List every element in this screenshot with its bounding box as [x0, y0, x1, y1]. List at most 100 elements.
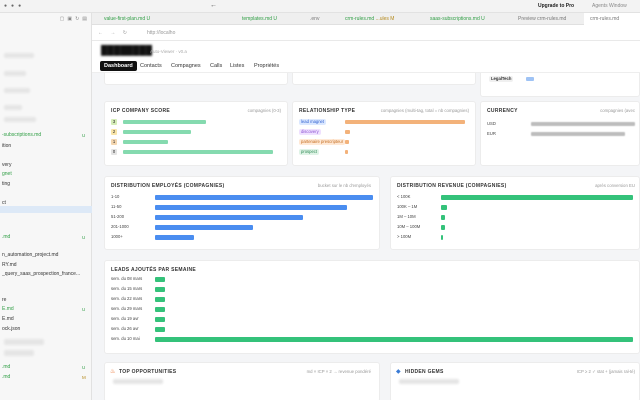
leads-bar: [155, 306, 165, 312]
leads-bar: [155, 316, 165, 322]
sidebar-file[interactable]: ock.json: [2, 326, 82, 333]
revenue-bar: [441, 224, 445, 230]
tab-label: Preview crm-rules.md: [518, 16, 567, 22]
app-header: ████████ Auto-Viewer · v0.a: [92, 41, 640, 59]
tab-label: templates.md: [242, 16, 273, 22]
sidebar-file[interactable]: E.md: [2, 306, 82, 313]
new-folder-icon[interactable]: ▣: [67, 16, 72, 22]
blurred-tree-item: [4, 53, 34, 58]
tab-label: crm-rules.md: [345, 16, 375, 22]
employees-hint: bucket sur le nb d'employés: [317, 183, 371, 188]
relationship-chip: discovery: [299, 129, 321, 135]
revenue-bar: [441, 234, 443, 240]
blurred-tree-item: [4, 88, 30, 93]
sidebar-file[interactable]: RY.md: [2, 262, 82, 269]
nav-proprietes[interactable]: Propriétés: [250, 61, 283, 71]
revenue-label: 10M – 100M: [397, 224, 421, 229]
sidebar-file[interactable]: ting: [2, 181, 82, 188]
tab-badge: U: [273, 16, 278, 22]
tab-templates[interactable]: templates.md U: [236, 13, 277, 25]
icp-score-label: 2: [111, 129, 117, 135]
blurred-tree-item: [4, 71, 26, 76]
top-opportunities-card: TOP OPPORTUNITIES ♨ md × ICP × 2 → reven…: [104, 362, 380, 400]
blurred-content: [113, 379, 163, 384]
url-input[interactable]: http://localho: [147, 30, 175, 36]
sidebar-file[interactable]: ition: [2, 143, 82, 150]
relationship-bar: [345, 150, 348, 154]
sidebar-file[interactable]: E.md: [2, 316, 82, 323]
tab-crm-rules[interactable]: crm-rules.md ...ules M: [339, 13, 394, 25]
window-controls: ● ● ●: [4, 3, 21, 9]
currency-label: USD: [487, 121, 496, 126]
app-subtitle: Auto-Viewer · v0.a: [150, 49, 187, 54]
nav-compagnes[interactable]: Compagnes: [167, 61, 205, 71]
nav-listes[interactable]: Listes: [226, 61, 248, 71]
blurred-tree-item: [4, 117, 36, 122]
tab-saas-subscriptions[interactable]: saas-subscriptions.md U: [424, 13, 485, 25]
leads-label: sem. du 08 mars: [111, 276, 143, 281]
upgrade-button[interactable]: Upgrade to Pro: [538, 3, 574, 9]
currency-title: CURRENCY: [487, 108, 518, 114]
hidden-gems-hint: ICP ≥ 2 ✓ stat + (jamais ral-té): [576, 369, 635, 374]
employees-label: 1-10: [111, 194, 120, 199]
revenue-label: < 100K: [397, 194, 411, 199]
git-status-badge: M: [82, 375, 86, 380]
new-file-icon[interactable]: ▢: [60, 16, 65, 22]
employees-label: 11-50: [111, 204, 122, 209]
revenue-distribution-card: DISTRIBUTION REVENUE (COMPAGNIES) après …: [390, 176, 640, 250]
tab-preview-crm-rules[interactable]: Preview crm-rules.md: [512, 13, 566, 25]
tab-env[interactable]: .env: [304, 13, 319, 25]
relationship-card: RELATIONSHIP TYPE compagnies (multi-tag,…: [292, 101, 476, 166]
hidden-gems-title: HIDDEN GEMS: [405, 369, 444, 375]
nav-contacts[interactable]: Contacts: [136, 61, 166, 71]
git-status-badge: U: [82, 365, 86, 370]
card-partial-3: LegalTech: [480, 73, 640, 97]
tab-label: value-first-plan.md: [104, 16, 146, 22]
card-partial-1: [104, 73, 288, 85]
nav-calls[interactable]: Calls: [206, 61, 226, 71]
traffic-close-icon[interactable]: ●: [4, 3, 7, 9]
employees-bar: [155, 234, 195, 240]
sidebar-file[interactable]: very: [2, 162, 82, 169]
tab-label: saas-subscriptions.md: [430, 16, 480, 22]
sidebar-file[interactable]: -subscriptions.md: [2, 132, 82, 139]
tab-value-first-plan[interactable]: value-first-plan.md U: [98, 13, 150, 25]
icp-bar: [123, 140, 168, 144]
sidebar-file[interactable]: .md: [2, 234, 82, 241]
employees-label: 1000+: [111, 234, 123, 239]
currency-bar: [531, 132, 625, 136]
tab-crm-rules-2[interactable]: crm-rules.md: [584, 13, 640, 25]
employees-bar: [155, 194, 373, 200]
sidebar-selected-row[interactable]: [0, 206, 92, 213]
leads-bar: [155, 286, 165, 292]
employees-label: 201-1000: [111, 224, 129, 229]
tab-badge: U: [146, 16, 151, 22]
sidebar-file[interactable]: gnet: [2, 171, 82, 178]
card-partial-2: [292, 73, 476, 85]
browser-nav-icons[interactable]: ← → ↻: [98, 30, 130, 36]
sidebar-file[interactable]: _query_saas_prospection_france...: [2, 271, 82, 278]
nav-dashboard[interactable]: Dashboard: [100, 61, 137, 71]
sidebar-file[interactable]: re: [2, 297, 82, 304]
dashboard-content: LegalTech ICP COMPANY SCORE compagnies (…: [92, 73, 640, 400]
leads-label: sem. du 22 mars: [111, 296, 143, 301]
icp-score-label: 0: [111, 149, 117, 155]
traffic-minimize-icon[interactable]: ●: [11, 3, 14, 9]
relationship-chip: lead magnet: [299, 119, 327, 125]
revenue-title: DISTRIBUTION REVENUE (COMPAGNIES): [397, 183, 507, 189]
currency-hint: compagnies (avec: [600, 108, 635, 113]
sidebar-file[interactable]: n_automation_project.md: [2, 252, 82, 259]
collapse-icon[interactable]: ▤: [82, 16, 87, 22]
relationship-title: RELATIONSHIP TYPE: [299, 108, 356, 114]
agents-window-button[interactable]: Agents Window: [592, 3, 627, 9]
sidebar-file[interactable]: .md: [2, 364, 82, 371]
sidebar-file[interactable]: .md: [2, 374, 82, 381]
traffic-zoom-icon[interactable]: ●: [18, 3, 21, 9]
refresh-icon[interactable]: ↻: [75, 16, 79, 22]
relationship-chip: partenaire prescripteur: [299, 139, 346, 145]
back-arrow-icon[interactable]: ←: [210, 2, 217, 9]
icp-bar: [123, 150, 273, 154]
file-explorer-sidebar: ▢ ▣ ↻ ▤ -subscriptions.md U ition very g…: [0, 13, 92, 400]
icp-bar: [123, 130, 191, 134]
revenue-bar: [441, 194, 633, 200]
